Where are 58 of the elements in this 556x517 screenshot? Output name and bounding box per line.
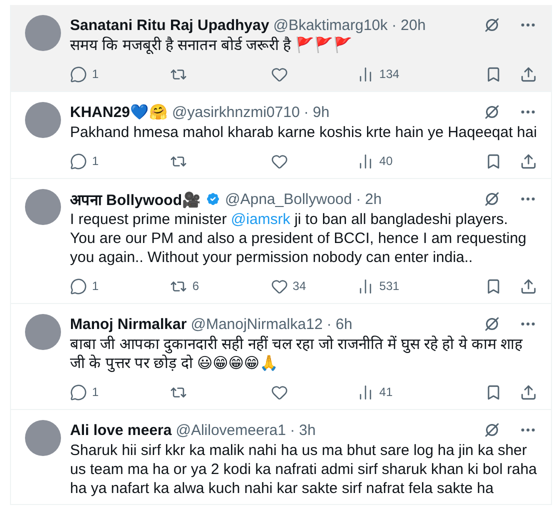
reply-button[interactable]: 1	[70, 152, 170, 170]
avatar-placeholder[interactable]	[25, 420, 61, 456]
views-button[interactable]: 41	[357, 384, 485, 400]
avatar-placeholder[interactable]	[25, 15, 61, 51]
display-name[interactable]: अपना Bollywood🎥	[70, 189, 201, 209]
handle[interactable]: @yasirkhnzmi0710	[172, 104, 300, 120]
reply-icon	[70, 278, 87, 294]
no-eye-icon[interactable]	[483, 315, 501, 333]
handle[interactable]: @Alilovemeera1	[176, 422, 286, 438]
reply-icon	[70, 152, 87, 170]
timestamp[interactable]: 3h	[299, 422, 316, 438]
no-eye-icon[interactable]	[483, 421, 501, 439]
share-icon[interactable]	[520, 152, 537, 170]
reply-text: Pakhand hmesa mahol kharab karne koshis krte hain ye Haqeeqat hai	[70, 123, 537, 142]
reply-text: समय कि मजबूरी है सनातन बोर्ड जरूरी है 🚩🚩🚩	[70, 36, 354, 55]
share-icon[interactable]	[520, 278, 537, 294]
heart-icon	[270, 152, 288, 170]
no-eye-icon[interactable]	[483, 190, 501, 208]
timestamp[interactable]: 20h	[400, 16, 426, 34]
no-eye-icon[interactable]	[483, 103, 501, 121]
views-button[interactable]: 531	[357, 278, 485, 294]
like-button[interactable]: 34	[270, 278, 358, 294]
display-name[interactable]: Sanatani Ritu Raj Upadhyay	[70, 16, 270, 34]
no-eye-icon[interactable]	[483, 16, 501, 34]
reply-text: Sharuk hii sirf kkr ka malik nahi ha us ma bhut sare log ha jin ka sher us team ma ha or ya 2 kodi ka nafrati admi sirf sharuk khan ki bol raha ha ya nafart ka alwa kuch nahi kar sakte sirf nafrat fela sakte ha	[70, 441, 537, 498]
display-name[interactable]: KHAN29💙🤗	[70, 103, 168, 121]
views-button[interactable]: 134	[357, 66, 485, 82]
heart-icon	[270, 66, 288, 82]
reply-icon	[70, 384, 87, 400]
reply-text: बाबा जी आपका दुकानदारी सही नहीं चल रहा जो राजनीति में घुस रहे हो ये काम शाह जी के पुत्तर पर छोड़ दो 😃😁😁😁🙏	[70, 335, 524, 373]
dot-separator: ·	[392, 16, 397, 34]
display-name[interactable]: Ali love meera	[70, 422, 172, 438]
avatar-placeholder[interactable]	[25, 314, 61, 350]
dot-separator: ·	[326, 316, 332, 332]
share-icon[interactable]	[520, 384, 537, 400]
heart-icon	[270, 278, 288, 294]
avatar-placeholder[interactable]	[25, 189, 61, 225]
repost-button[interactable]: 6	[170, 278, 271, 294]
share-icon[interactable]	[520, 66, 537, 82]
reply-button[interactable]: 1	[70, 66, 170, 82]
timestamp[interactable]: 2h	[364, 190, 382, 208]
handle[interactable]: @Bkaktimarg10k	[273, 16, 388, 34]
reply-text: I request prime minister @iamsrk ji to ban all bangladeshi players. You are our PM and also a president of BCCI, hence I am requesting you again.. Without your permission nobody can enter india..	[70, 210, 528, 267]
views-button[interactable]: 40	[357, 152, 485, 170]
avatar-placeholder[interactable]	[25, 102, 61, 138]
dot-separator: ·	[290, 422, 295, 438]
display-name[interactable]: Manoj Nirmalkar	[70, 316, 187, 332]
timestamp[interactable]: 6h	[336, 316, 352, 332]
handle[interactable]: @ManojNirmalka12	[190, 316, 323, 332]
heart-icon	[270, 384, 288, 400]
reply-button[interactable]: 1	[70, 278, 170, 294]
dot-separator: ·	[304, 104, 309, 120]
timestamp[interactable]: 9h	[312, 104, 330, 120]
dot-separator: ·	[356, 190, 361, 208]
handle[interactable]: @Apna_Bollywood	[225, 190, 352, 208]
reply-card[interactable]: Sanatani Ritu Raj Upadhyay @Bkaktimarg10k · 20h समय कि मजबूरी है सनातन बोर्ड जरूरी है 🚩🚩🚩 1 134	[11, 5, 551, 92]
reply-icon	[70, 66, 87, 82]
reply-button[interactable]: 1	[70, 384, 170, 400]
